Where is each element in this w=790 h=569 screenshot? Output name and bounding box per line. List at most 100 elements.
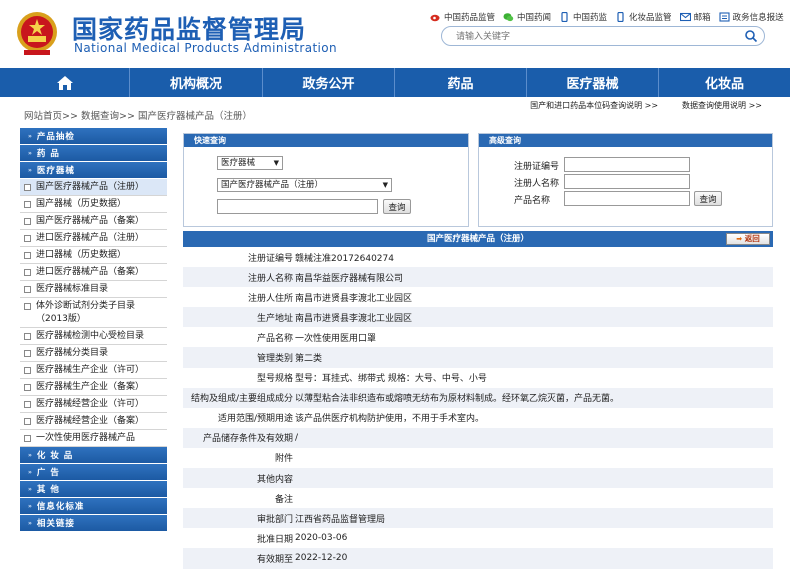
- breadcrumb-home[interactable]: 网站首页: [24, 111, 62, 122]
- sidebar-cat-label: 产品抽检: [36, 132, 75, 142]
- sidebar-item[interactable]: 医疗器械生产企业（许可）: [20, 362, 167, 379]
- nav-item-devices[interactable]: 医疗器械: [527, 68, 659, 97]
- sidebar-item[interactable]: 进口器械（历史数据）: [20, 247, 167, 264]
- sidebar-item[interactable]: 医疗器械标准目录: [20, 281, 167, 298]
- top-link-report[interactable]: 政务信息报送: [719, 11, 784, 23]
- nav-item-cosmetics[interactable]: 化妆品: [659, 68, 790, 97]
- sidebar-item-label: 一次性使用医疗器械产品: [36, 433, 136, 443]
- top-link-wechat[interactable]: 中国药闻: [503, 11, 551, 23]
- detail-label: 适用范围/预期用途: [217, 414, 293, 425]
- sidebar-item[interactable]: 医疗器械检测中心受检目录: [20, 328, 167, 345]
- detail-row: 结构及组成/主要组成成分 以薄型粘合法非织造布或熔喷无纺布为原材料制成。经环氧乙烷…: [183, 387, 773, 408]
- detail-label: 备注: [274, 494, 293, 505]
- detail-row: 注册证编号 赣械注准20172640274: [183, 247, 773, 268]
- category-select[interactable]: 医疗器械 ▼: [217, 156, 283, 170]
- detail-panel: 国产医疗器械产品（注册） ➡ 返回 注册证编号 赣械注准20172640274 注…: [183, 231, 773, 569]
- nav-item-gov[interactable]: 政务公开: [263, 68, 395, 97]
- sidebar-cat-other[interactable]: » 其 他: [20, 481, 167, 498]
- detail-label: 产品名称: [256, 333, 293, 344]
- detail-row: 型号规格 型号：耳挂式、绑带式 规格：大号、中号、小号: [183, 367, 773, 388]
- breadcrumb-sep: >>: [62, 111, 78, 122]
- product-name-input[interactable]: [564, 191, 690, 206]
- sidebar-cat-drugs[interactable]: » 药 品: [20, 145, 167, 162]
- search-input[interactable]: [456, 30, 726, 43]
- sidebar-cat-links[interactable]: » 相关链接: [20, 515, 167, 532]
- search-icon[interactable]: [744, 29, 758, 43]
- sidebar-cat-devices[interactable]: » 医疗器械: [20, 162, 167, 179]
- sidebar-item-label: 进口医疗器械产品（注册）: [36, 233, 145, 243]
- top-link-mail[interactable]: 邮箱: [679, 11, 711, 23]
- nav-home[interactable]: [0, 68, 130, 97]
- database-select[interactable]: 国产医疗器械产品（注册） ▼: [217, 178, 392, 192]
- checkbox-icon: [24, 350, 31, 357]
- top-link-label: 政务信息报送: [732, 13, 784, 23]
- sidebar-item[interactable]: 医疗器械经营企业（许可）: [20, 396, 167, 413]
- detail-row: 注册人住所 南昌市进贤县李渡北工业园区: [183, 287, 773, 308]
- arrow-icon: »: [28, 468, 33, 476]
- detail-label: 审批部门: [256, 514, 293, 525]
- sidebar-item[interactable]: 一次性使用医疗器械产品: [20, 430, 167, 447]
- drug-code-help-link[interactable]: 国产和进口药品本位码查询说明 >>: [530, 100, 658, 111]
- checkbox-icon: [24, 384, 31, 391]
- detail-label: 附件: [274, 454, 293, 465]
- sidebar-item-label: 医疗器械生产企业（许可）: [36, 365, 145, 375]
- sidebar-item-label: 医疗器械标准目录: [36, 284, 109, 294]
- registrant-input[interactable]: [564, 174, 690, 189]
- sidebar-item[interactable]: 医疗器械经营企业（备案）: [20, 413, 167, 430]
- top-link-app1[interactable]: 中国药监: [559, 11, 607, 23]
- quick-query-panel: 快速查询 医疗器械 ▼ 国产医疗器械产品（注册） ▼ 查询: [183, 133, 469, 227]
- nav-item-org[interactable]: 机构概况: [130, 68, 263, 97]
- sidebar-item-label: 体外诊断试剂分类子目录（2013版）: [36, 301, 136, 324]
- detail-label: 生产地址: [256, 313, 293, 324]
- detail-label: 注册人名称: [247, 273, 293, 284]
- quick-query-button[interactable]: 查询: [383, 199, 411, 214]
- sidebar-item[interactable]: 进口医疗器械产品（注册）: [20, 230, 167, 247]
- report-icon: [719, 12, 730, 22]
- sidebar-item[interactable]: 医疗器械生产企业（备案）: [20, 379, 167, 396]
- arrow-icon: »: [28, 166, 33, 174]
- product-name-label: 产品名称: [514, 196, 551, 206]
- sidebar-item[interactable]: 进口医疗器械产品（备案）: [20, 264, 167, 281]
- nav-item-drugs[interactable]: 药品: [395, 68, 527, 97]
- sidebar-item[interactable]: 体外诊断试剂分类子目录（2013版）: [20, 298, 167, 328]
- phone-icon: [617, 12, 624, 22]
- sidebar-item[interactable]: 国产医疗器械产品（备案）: [20, 213, 167, 230]
- detail-row: 产品名称 一次性使用医用口罩: [183, 327, 773, 348]
- detail-label: 管理类别: [256, 354, 293, 365]
- checkbox-icon: [24, 218, 31, 225]
- quick-query-title: 快速查询: [184, 134, 468, 147]
- breadcrumb-level1[interactable]: 数据查询: [81, 111, 119, 122]
- checkbox-icon: [24, 401, 31, 408]
- weibo-icon: [430, 14, 440, 22]
- sidebar-cat-ads[interactable]: » 广 告: [20, 464, 167, 481]
- checkbox-icon: [24, 367, 31, 374]
- sidebar-cat-sampling[interactable]: » 产品抽检: [20, 128, 167, 145]
- sidebar-item[interactable]: 医疗器械分类目录: [20, 345, 167, 362]
- back-button[interactable]: ➡ 返回: [726, 233, 770, 245]
- sidebar-item[interactable]: 国产医疗器械产品（注册）: [20, 179, 167, 196]
- sidebar-item-label: 医疗器械经营企业（许可）: [36, 399, 145, 409]
- advanced-query-button[interactable]: 查询: [694, 191, 722, 206]
- top-link-label: 中国药品监管: [444, 13, 496, 23]
- sidebar-cat-label: 相关链接: [36, 519, 75, 529]
- query-help-link[interactable]: 数据查询使用说明 >>: [682, 100, 762, 111]
- sidebar-cat-it-standards[interactable]: » 信息化标准: [20, 498, 167, 515]
- detail-row: 有效期至 2022-12-20: [183, 548, 773, 569]
- sidebar-cat-cosmetics[interactable]: » 化 妆 品: [20, 447, 167, 464]
- quick-query-input[interactable]: [217, 199, 378, 214]
- top-link-app2[interactable]: 化妆品监管: [615, 11, 672, 23]
- detail-value: 第二类: [295, 354, 323, 365]
- sidebar-item-label: 医疗器械生产企业（备案）: [36, 382, 145, 392]
- reg-no-input[interactable]: [564, 157, 690, 172]
- sidebar-cat-label: 信息化标准: [36, 502, 85, 512]
- detail-row: 其他内容: [183, 468, 773, 489]
- detail-value: 型号：耳挂式、绑带式 规格：大号、中号、小号: [295, 374, 487, 385]
- sidebar-item[interactable]: 国产器械（历史数据）: [20, 196, 167, 213]
- checkbox-icon: [24, 184, 31, 191]
- site-search: [441, 26, 765, 46]
- site-subtitle: National Medical Products Administration: [74, 41, 338, 55]
- top-link-weibo[interactable]: 中国药品监管: [430, 11, 495, 23]
- category-select-value: 医疗器械: [221, 158, 256, 168]
- arrow-icon: »: [28, 132, 33, 140]
- sidebar-cat-label: 化 妆 品: [36, 451, 74, 461]
